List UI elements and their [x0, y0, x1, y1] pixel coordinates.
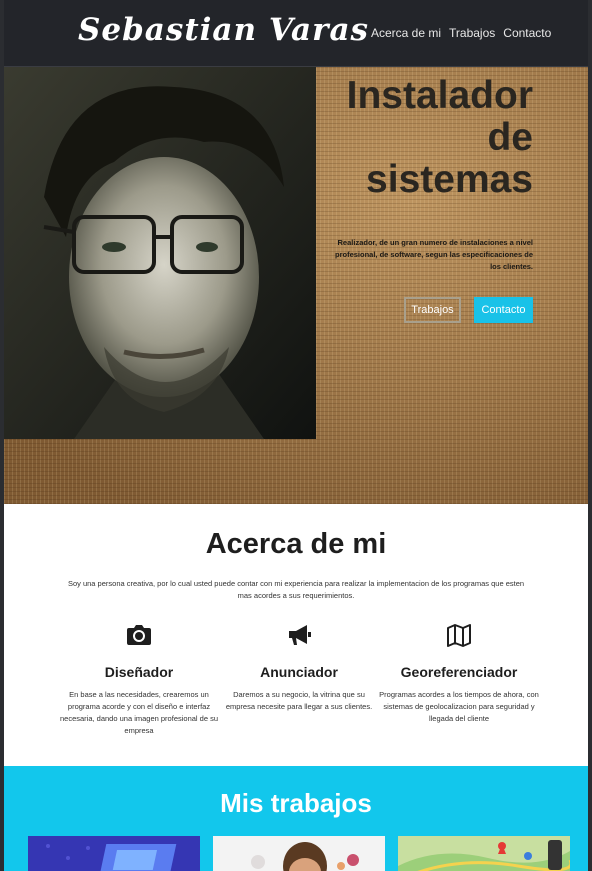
camera-icon [127, 625, 151, 645]
works-section: Mis trabajos [4, 766, 588, 871]
about-text: Soy una persona creativa, por lo cual us… [67, 579, 525, 600]
nav-link-acerca[interactable]: Acerca de mi [371, 26, 441, 40]
megaphone-icon [289, 625, 311, 645]
trabajos-button[interactable]: Trabajos [404, 297, 461, 323]
map-icon [447, 624, 471, 647]
feature-disenador: Diseñador En base a las necesidades, cre… [54, 622, 224, 737]
feature-name: Anunciador [260, 664, 338, 680]
nav-link-trabajos[interactable]: Trabajos [449, 26, 495, 40]
nav-link-contacto[interactable]: Contacto [503, 26, 551, 40]
page: Sebastian Varas Acerca de mi Trabajos Co… [4, 0, 588, 871]
contacto-button[interactable]: Contacto [474, 297, 533, 323]
hero-description: Realizador, de un gran numero de instala… [335, 238, 533, 271]
feature-desc: Daremos a su negocio, la vitrina que su … [225, 690, 373, 711]
portrait-photo [4, 67, 316, 439]
hero-title: Instalador de sistemas [346, 74, 533, 201]
feature-desc: En base a las necesidades, crearemos un … [59, 690, 219, 735]
navbar: Sebastian Varas Acerca de mi Trabajos Co… [4, 0, 588, 67]
about-title: Acerca de mi [205, 528, 387, 560]
feature-georeferenciador: Georeferenciador Programas acordes a los… [374, 622, 544, 725]
work-thumbnail-3[interactable] [398, 836, 570, 871]
feature-name: Georeferenciador [400, 664, 518, 680]
hero-section: Instalador de sistemas Realizador, de un… [4, 67, 588, 504]
about-section: Acerca de mi Soy una persona creativa, p… [4, 504, 588, 766]
works-title: Mis trabajos [220, 788, 372, 818]
work-thumbnail-2[interactable] [213, 836, 385, 871]
feature-desc: Programas acordes a los tiempos de ahora… [379, 690, 539, 723]
nav-links: Acerca de mi Trabajos Contacto [371, 26, 551, 40]
brand-logo[interactable]: Sebastian Varas [78, 12, 369, 48]
feature-name: Diseñador [104, 664, 174, 680]
work-thumbnail-1[interactable] [28, 836, 200, 871]
feature-anunciador: Anunciador Daremos a su negocio, la vitr… [214, 622, 384, 713]
